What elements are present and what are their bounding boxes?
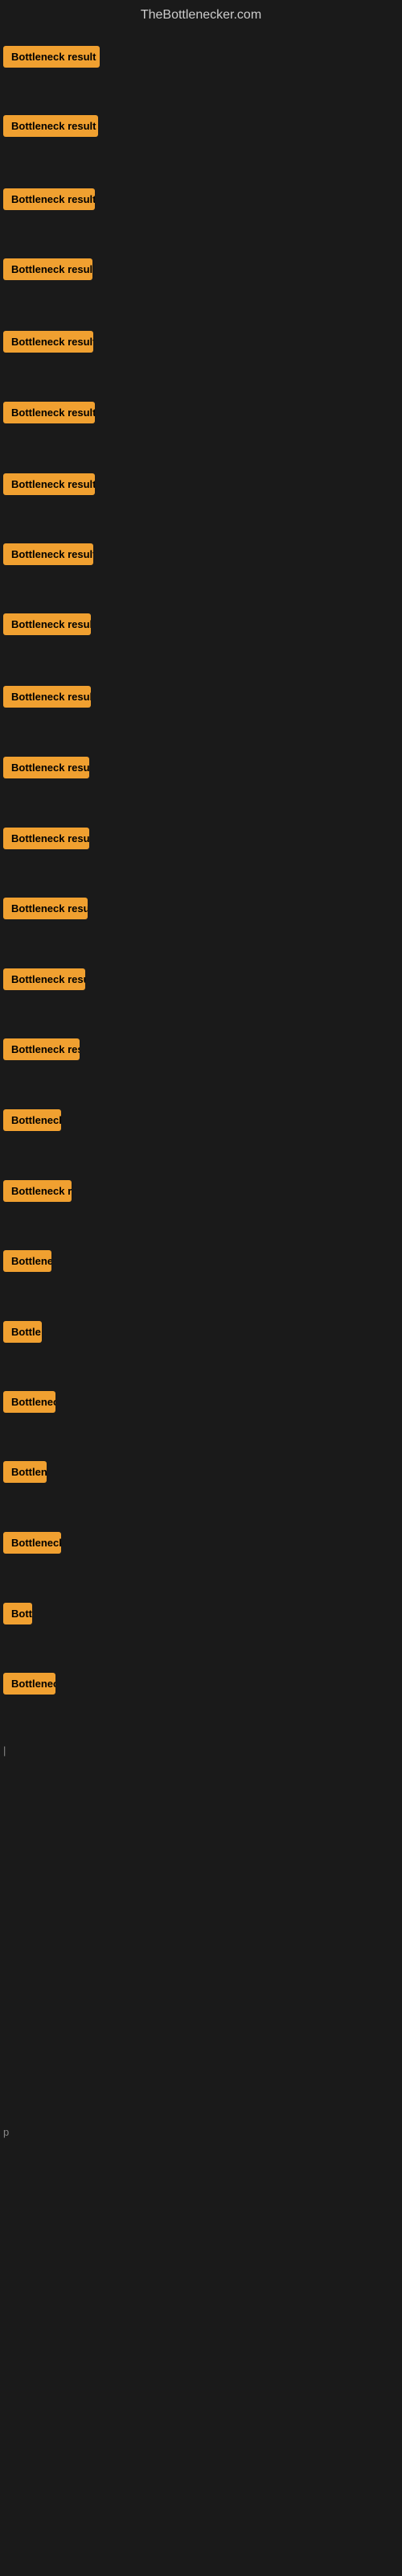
result-row-15: Bottleneck resu	[0, 1038, 402, 1064]
result-row-5: Bottleneck result	[0, 331, 402, 357]
bottleneck-badge-22[interactable]: Bottleneck	[3, 1532, 61, 1554]
bottleneck-badge-20[interactable]: Bottlenec	[3, 1391, 55, 1413]
bottleneck-badge-23[interactable]: Bott	[3, 1603, 32, 1624]
result-row-24: Bottlenec	[0, 1673, 402, 1699]
result-row-1: Bottleneck result	[0, 46, 402, 72]
result-row-26: p	[0, 2125, 402, 2140]
result-row-14: Bottleneck result	[0, 968, 402, 994]
result-row-7: Bottleneck result	[0, 473, 402, 499]
result-row-6: Bottleneck result	[0, 402, 402, 427]
result-row-20: Bottlenec	[0, 1391, 402, 1417]
bottleneck-badge-19[interactable]: Bottle	[3, 1321, 42, 1343]
bottleneck-badge-4[interactable]: Bottleneck result	[3, 258, 92, 280]
result-row-18: Bottlene	[0, 1250, 402, 1276]
indicator-26: p	[3, 2126, 9, 2138]
result-row-9: Bottleneck result	[0, 613, 402, 639]
bottleneck-badge-1[interactable]: Bottleneck result	[3, 46, 100, 68]
bottleneck-badge-7[interactable]: Bottleneck result	[3, 473, 95, 495]
site-title: TheBottlenecker.com	[0, 0, 402, 27]
bottleneck-badge-9[interactable]: Bottleneck result	[3, 613, 91, 635]
bottleneck-badge-12[interactable]: Bottleneck result	[3, 828, 89, 849]
result-row-12: Bottleneck result	[0, 828, 402, 853]
result-row-22: Bottleneck	[0, 1532, 402, 1558]
result-row-11: Bottleneck result	[0, 757, 402, 782]
result-row-3: Bottleneck result	[0, 188, 402, 214]
result-row-21: Bottlen	[0, 1461, 402, 1487]
bottleneck-badge-3[interactable]: Bottleneck result	[3, 188, 95, 210]
result-row-25: |	[0, 1744, 402, 1758]
result-row-4: Bottleneck result	[0, 258, 402, 284]
bottleneck-badge-6[interactable]: Bottleneck result	[3, 402, 95, 423]
page-container: TheBottlenecker.com Bottleneck result Bot…	[0, 0, 402, 2576]
result-row-23: Bott	[0, 1603, 402, 1629]
bottleneck-badge-13[interactable]: Bottleneck result	[3, 898, 88, 919]
bottleneck-badge-15[interactable]: Bottleneck resu	[3, 1038, 80, 1060]
bottleneck-badge-11[interactable]: Bottleneck result	[3, 757, 89, 778]
result-row-2: Bottleneck result	[0, 115, 402, 141]
bottleneck-badge-18[interactable]: Bottlene	[3, 1250, 51, 1272]
bottleneck-badge-10[interactable]: Bottleneck result	[3, 686, 91, 708]
result-row-8: Bottleneck result	[0, 543, 402, 569]
result-row-13: Bottleneck result	[0, 898, 402, 923]
bottleneck-badge-21[interactable]: Bottlen	[3, 1461, 47, 1483]
result-row-16: Bottleneck	[0, 1109, 402, 1135]
bottleneck-badge-5[interactable]: Bottleneck result	[3, 331, 93, 353]
bottleneck-badge-16[interactable]: Bottleneck	[3, 1109, 61, 1131]
result-row-19: Bottle	[0, 1321, 402, 1347]
indicator-25: |	[3, 1744, 6, 1757]
result-row-10: Bottleneck result	[0, 686, 402, 712]
bottleneck-badge-14[interactable]: Bottleneck result	[3, 968, 85, 990]
bottleneck-badge-8[interactable]: Bottleneck result	[3, 543, 93, 565]
result-row-17: Bottleneck re	[0, 1180, 402, 1206]
bottleneck-badge-24[interactable]: Bottlenec	[3, 1673, 55, 1695]
bottleneck-badge-17[interactable]: Bottleneck re	[3, 1180, 72, 1202]
bottleneck-badge-2[interactable]: Bottleneck result	[3, 115, 98, 137]
